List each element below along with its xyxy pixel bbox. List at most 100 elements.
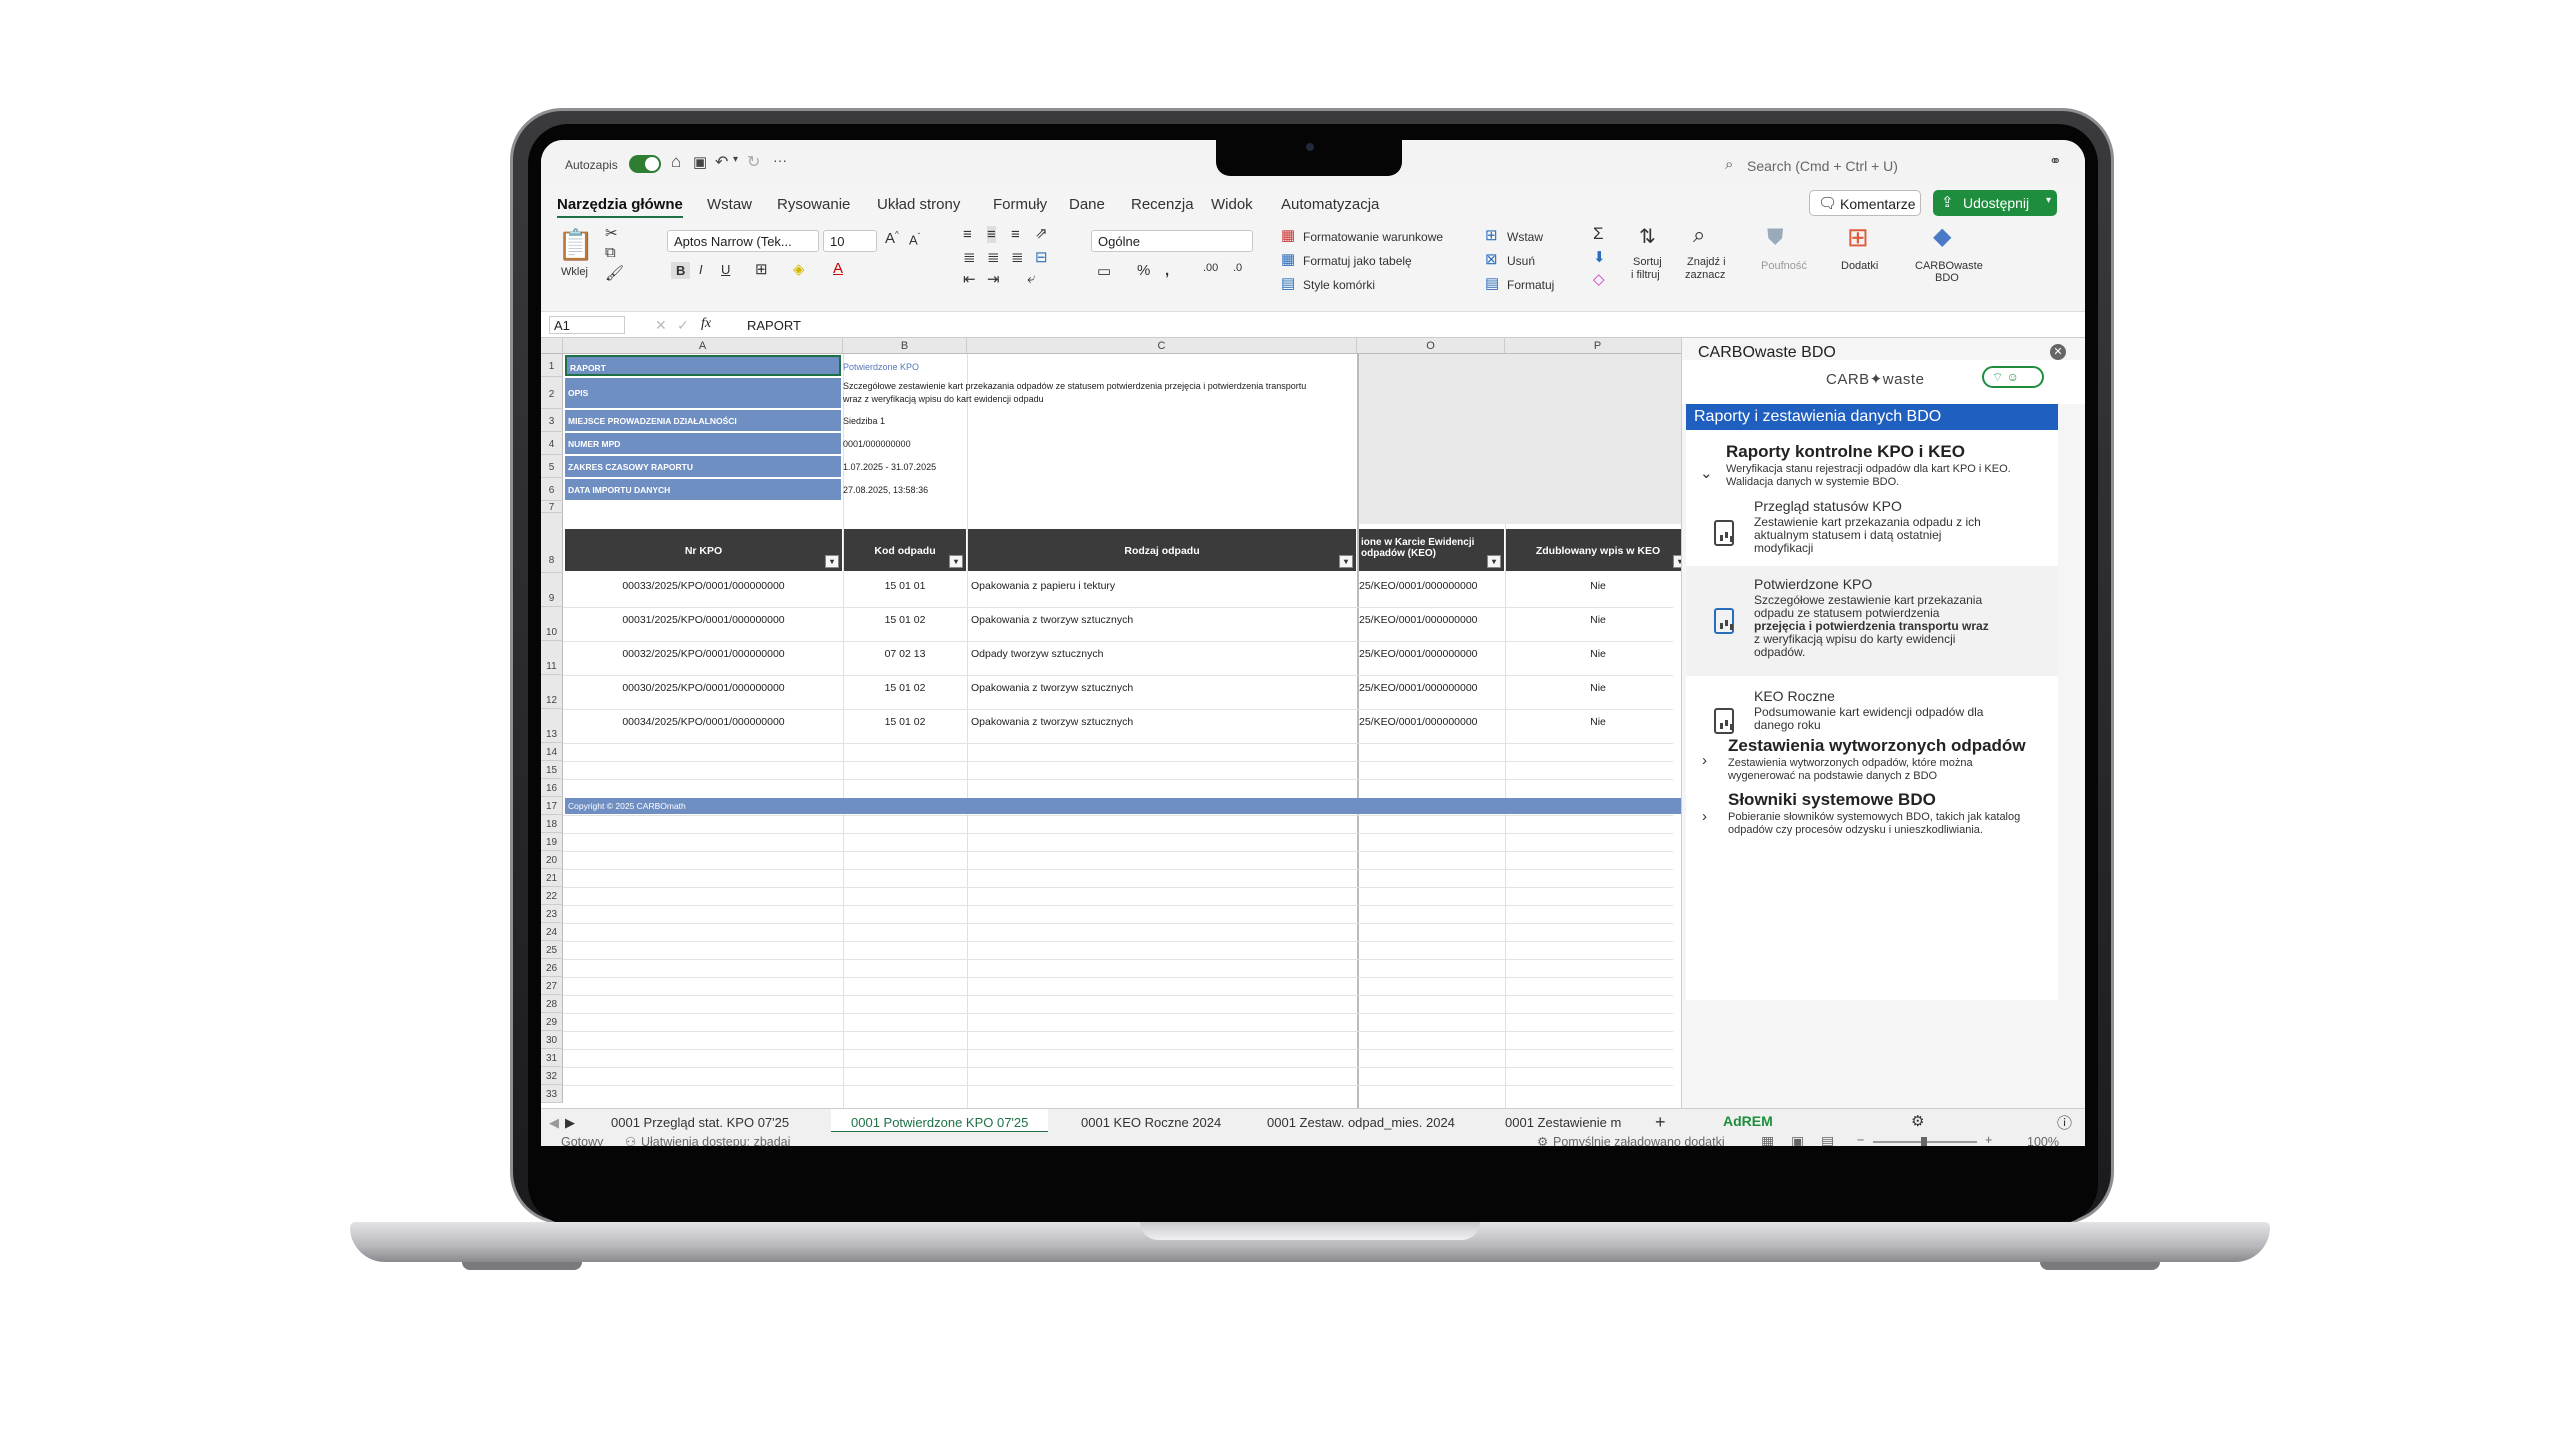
column-header-o[interactable]: O (1357, 338, 1505, 354)
row-header[interactable]: 20 (541, 851, 563, 869)
row-header[interactable]: 13 (541, 709, 563, 743)
format-cells-label[interactable]: Formatuj (1507, 278, 1554, 292)
addins-label[interactable]: Dodatki (1841, 260, 1878, 272)
copy-icon[interactable]: ⧉ (605, 244, 616, 261)
location-value-cell[interactable]: Siedziba 1 (843, 416, 885, 426)
cell-nr-kpo[interactable]: 00032/2025/KPO/0001/000000000 (565, 648, 842, 660)
font-color-icon[interactable]: A (833, 260, 843, 277)
row-header[interactable]: 28 (541, 995, 563, 1013)
align-left-icon[interactable]: ≣ (963, 248, 976, 266)
name-box[interactable]: A1 (549, 316, 625, 334)
filter-dropdown-icon[interactable]: ▾ (1339, 555, 1353, 568)
scroll-right-icon[interactable]: ▶ (565, 1115, 575, 1131)
row-header[interactable]: 33 (541, 1085, 563, 1103)
undo-dropdown-icon[interactable]: ▾ (733, 154, 738, 165)
font-name-select[interactable]: Aptos Narrow (Tek... (667, 230, 819, 252)
row-header[interactable]: 30 (541, 1031, 563, 1049)
opis-value-line2[interactable]: wraz z weryfikacją wpisu do kart ewidenc… (843, 394, 1044, 404)
connection-status-icon[interactable]: ⌔ ☺ (1982, 366, 2044, 388)
cell-kod[interactable]: 15 01 01 (844, 580, 966, 592)
account-icon[interactable]: ⚭ (2049, 152, 2062, 170)
mpd-value-cell[interactable]: 0001/000000000 (843, 439, 911, 449)
align-center-icon[interactable]: ≣ (987, 248, 1000, 266)
cell-keo[interactable]: 25/KEO/0001/000000000 (1359, 614, 1478, 626)
cut-icon[interactable]: ✂ (605, 224, 618, 242)
gear-icon[interactable]: ⚙ (1911, 1112, 1924, 1130)
filter-dropdown-icon[interactable]: ▾ (825, 555, 839, 568)
sensitivity-icon[interactable]: ⛊ (1767, 224, 1784, 250)
delete-cells-label[interactable]: Usuń (1507, 254, 1535, 268)
format-painter-icon[interactable]: 🖌 (605, 264, 624, 282)
zoom-out-icon[interactable]: − (1857, 1133, 1864, 1146)
underline-button[interactable]: U (721, 262, 730, 277)
sheet-tab[interactable]: 0001 Zestaw. odpad_mies. 2024 (1267, 1115, 1455, 1130)
cell-kod[interactable]: 15 01 02 (844, 682, 966, 694)
find-label-1[interactable]: Znajdź i (1687, 256, 1726, 268)
group-waste-summary-title[interactable]: Zestawienia wytworzonych odpadów (1728, 736, 2026, 756)
outdent-icon[interactable]: ⇤ (963, 270, 976, 288)
clear-icon[interactable]: ◇ (1593, 270, 1605, 288)
cell-nr-kpo[interactable]: 00030/2025/KPO/0001/000000000 (565, 682, 842, 694)
cancel-icon[interactable]: ✕ (655, 317, 667, 334)
fill-icon[interactable]: ⬇ (1593, 248, 1606, 266)
tab-view[interactable]: Widok (1211, 196, 1253, 213)
sheet-tab-active[interactable]: 0001 Potwierdzone KPO 07'25 (831, 1109, 1049, 1133)
row-header[interactable]: 15 (541, 761, 563, 779)
wrap-text-icon[interactable]: ⤶ (1027, 270, 1035, 287)
cell-rodzaj[interactable]: Opakowania z tworzyw sztucznych (971, 682, 1133, 694)
confirm-icon[interactable]: ✓ (677, 317, 689, 334)
cell-kod[interactable]: 15 01 02 (844, 716, 966, 728)
row-header[interactable]: 22 (541, 887, 563, 905)
row-header[interactable]: 24 (541, 923, 563, 941)
row-header[interactable]: 27 (541, 977, 563, 995)
chevron-right-icon[interactable]: › (1702, 808, 1707, 825)
column-header-a[interactable]: A (563, 338, 843, 354)
row-header[interactable]: 17 (541, 797, 563, 815)
sort-filter-icon[interactable]: ⇅ (1639, 224, 1656, 249)
bold-button[interactable]: B (671, 262, 691, 279)
align-right-icon[interactable]: ≣ (1011, 248, 1024, 266)
cell-rodzaj[interactable]: Odpady tworzyw sztucznych (971, 648, 1103, 660)
tab-insert[interactable]: Wstaw (707, 196, 752, 213)
comma-style-icon[interactable]: , (1165, 262, 1169, 279)
header-keo[interactable]: ione w Karcie Ewidencji odpadów (KEO) ▾ (1359, 529, 1504, 571)
cell-rodzaj[interactable]: Opakowania z tworzyw sztucznych (971, 716, 1133, 728)
cell-duplicate[interactable]: Nie (1506, 648, 1690, 660)
tab-draw[interactable]: Rysowanie (777, 196, 850, 213)
zoom-level[interactable]: 100% (2027, 1135, 2059, 1146)
cond-format-icon[interactable]: ▦ (1281, 226, 1295, 244)
font-size-select[interactable]: 10 (823, 230, 877, 252)
page-layout-icon[interactable]: ▣ (1791, 1133, 1804, 1146)
zoom-slider[interactable] (1873, 1137, 1977, 1146)
zoom-slider-handle[interactable] (1921, 1137, 1927, 1146)
row-header[interactable]: 19 (541, 833, 563, 851)
opis-label-cell[interactable]: OPIS (565, 378, 841, 408)
row-header[interactable]: 8 (541, 513, 563, 573)
search-box[interactable]: ⌕ Search (Cmd + Ctrl + U) (1721, 152, 2031, 178)
tab-automate[interactable]: Automatyzacja (1281, 196, 1379, 213)
carbowaste-label-2[interactable]: BDO (1935, 272, 1959, 284)
row-header[interactable]: 6 (541, 478, 563, 501)
function-icon[interactable]: fx (701, 316, 711, 332)
row-header[interactable]: 11 (541, 641, 563, 675)
find-select-icon[interactable]: ⌕ (1693, 222, 1705, 248)
sensitivity-label[interactable]: Poufność (1761, 260, 1807, 272)
decrease-decimal-icon[interactable]: .0 (1233, 262, 1242, 274)
number-format-select[interactable]: Ogólne (1091, 230, 1253, 252)
row-header[interactable]: 23 (541, 905, 563, 923)
paste-icon[interactable]: 📋 (557, 228, 594, 263)
format-table-label[interactable]: Formatuj jako tabelę (1303, 254, 1412, 268)
row-header[interactable]: 16 (541, 779, 563, 797)
import-date-label-cell[interactable]: DATA IMPORTU DANYCH (565, 479, 841, 500)
location-label-cell[interactable]: MIEJSCE PROWADZENIA DZIAŁALNOŚCI (565, 410, 841, 431)
cell-duplicate[interactable]: Nie (1506, 580, 1690, 592)
cell-rodzaj[interactable]: Opakowania z papieru i tektury (971, 580, 1115, 592)
item-kpo-status-title[interactable]: Przegląd statusów KPO (1754, 498, 1902, 514)
redo-icon[interactable]: ↻ (747, 152, 760, 172)
cell-nr-kpo[interactable]: 00034/2025/KPO/0001/000000000 (565, 716, 842, 728)
borders-icon[interactable]: ⊞ (755, 260, 768, 278)
align-middle-icon[interactable]: ≡ (987, 226, 996, 243)
sheet-tab[interactable]: 0001 KEO Roczne 2024 (1081, 1115, 1221, 1130)
chevron-down-icon[interactable]: ⌄ (1700, 464, 1713, 482)
add-sheet-icon[interactable]: + (1655, 1112, 1666, 1133)
